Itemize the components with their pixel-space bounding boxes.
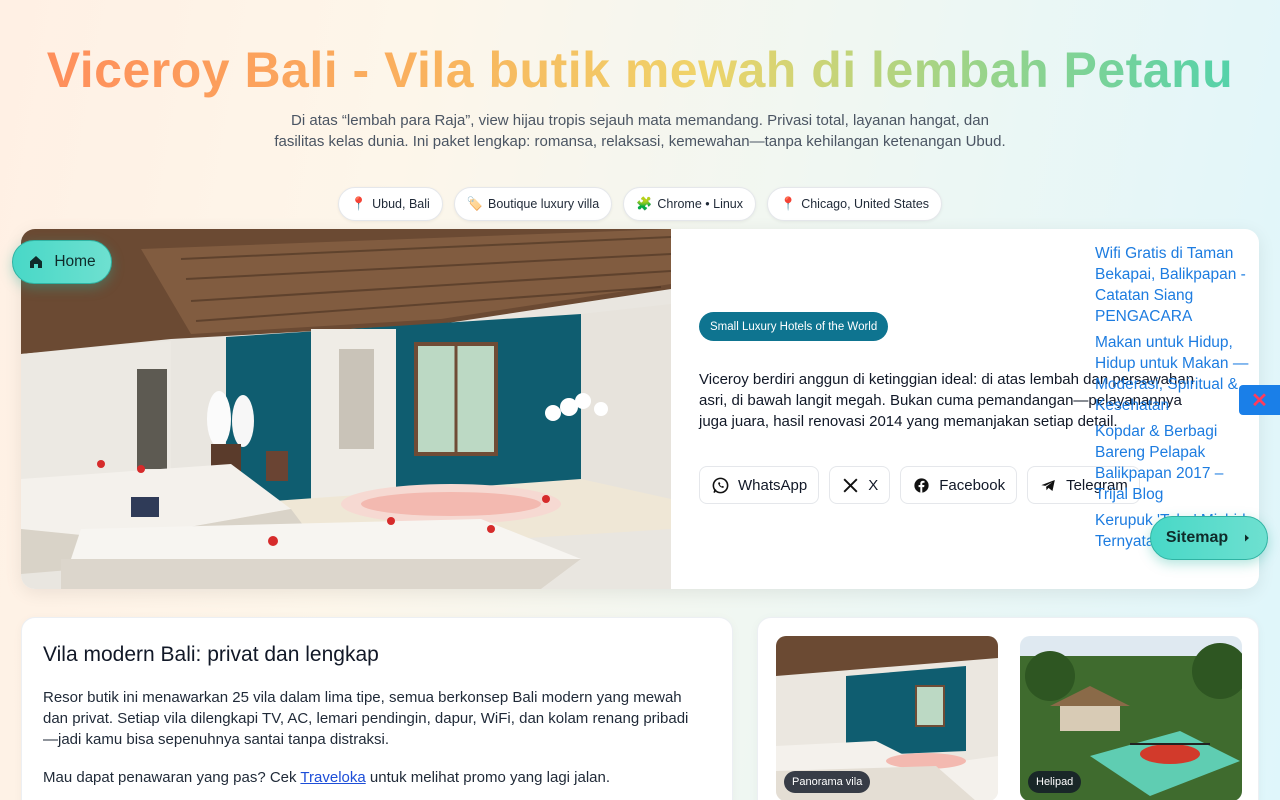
info-chips: 📍 Ubud, Bali 🏷️ Boutique luxury villa 🧩 … (0, 187, 1280, 221)
page-title: Viceroy Bali - Vila butik mewah di lemba… (0, 40, 1280, 100)
chip-location: 📍 Ubud, Bali (337, 187, 443, 221)
info-card: Vila modern Bali: privat dan lengkap Res… (21, 617, 733, 800)
hotel-badge: Small Luxury Hotels of the World (699, 312, 889, 341)
info-paragraph: Resor butik ini menawarkan 25 vila dalam… (43, 689, 689, 748)
gallery-label: Panorama vila (784, 771, 871, 793)
tag-icon: 🏷️ (466, 196, 483, 211)
sitemap-button[interactable]: Sitemap (1150, 516, 1268, 560)
offer-prefix: Mau dapat penawaran yang pas? Cek (43, 769, 301, 786)
puzzle-icon: 🧩 (636, 196, 653, 211)
home-icon (30, 256, 43, 268)
close-button[interactable]: ✕ (1239, 385, 1280, 415)
chip-label: Chicago, United States (801, 197, 930, 211)
pin-icon: 📍 (780, 196, 797, 211)
share-x-label: X (868, 476, 879, 494)
traveloka-link[interactable]: Traveloka (300, 769, 365, 786)
sitemap-label: Sitemap (1165, 529, 1229, 546)
facebook-icon (914, 477, 929, 493)
share-facebook-button[interactable]: Facebook (900, 466, 1018, 504)
info-title: Vila modern Bali: privat dan lengkap (43, 643, 379, 666)
share-whatsapp-label: WhatsApp (738, 476, 808, 494)
related-link[interactable]: Kopdar & Berbagi Bareng Pelapak Balikpap… (1095, 421, 1260, 505)
gallery-item[interactable]: Helipad (1020, 636, 1242, 800)
whatsapp-icon (712, 477, 729, 493)
related-link[interactable]: Makan untuk Hidup, Hidup untuk Makan — M… (1095, 332, 1260, 416)
chip-label: Chrome • Linux (657, 197, 744, 211)
share-buttons: WhatsApp X Facebook Telegram (699, 466, 1140, 504)
x-icon (843, 477, 858, 493)
related-links: Wifi Gratis di Taman Bekapai, Balikpapan… (1095, 243, 1260, 557)
chip-label: Boutique luxury villa (487, 197, 600, 211)
chevron-right-icon (1245, 534, 1250, 542)
chip-label: Ubud, Bali (372, 197, 430, 211)
villa-room-photo (21, 229, 671, 589)
share-whatsapp-button[interactable]: WhatsApp (699, 466, 820, 504)
telegram-icon (1041, 479, 1055, 491)
chip-category: 🏷️ Boutique luxury villa (453, 187, 613, 221)
pin-icon: 📍 (350, 196, 368, 211)
gallery-card: Panorama vila Helipad (757, 617, 1259, 800)
close-icon: ✕ (1251, 389, 1268, 412)
home-label: Home (54, 253, 96, 270)
hero-card: Small Luxury Hotels of the World Viceroy… (21, 229, 1259, 589)
page-subtitle: Di atas “lembah para Raja”, view hijau t… (274, 112, 1006, 150)
chip-browser: 🧩 Chrome • Linux (623, 187, 757, 221)
home-button[interactable]: Home (12, 240, 112, 284)
offer-paragraph: Mau dapat penawaran yang pas? Cek Travel… (43, 767, 610, 788)
share-x-button[interactable]: X (829, 466, 891, 504)
related-link[interactable]: Wifi Gratis di Taman Bekapai, Balikpapan… (1095, 243, 1260, 327)
gallery-label: Helipad (1028, 771, 1082, 793)
share-facebook-label: Facebook (939, 476, 1006, 494)
gallery-item[interactable]: Panorama vila (776, 636, 998, 800)
offer-suffix: untuk melihat promo yang lagi jalan. (365, 769, 611, 786)
chip-visitor-location: 📍 Chicago, United States (767, 187, 943, 221)
